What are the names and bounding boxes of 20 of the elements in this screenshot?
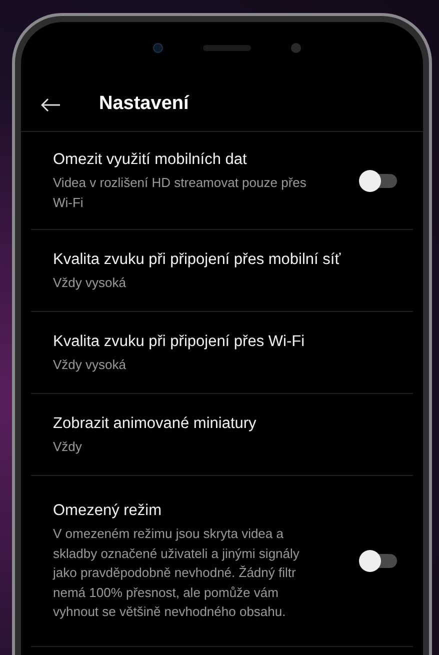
- setting-description: Vždy: [53, 438, 83, 456]
- setting-title: Zobrazit animované miniatury: [53, 414, 258, 434]
- settings-row[interactable]: Zobrazit animované miniatury Vždy: [31, 394, 413, 476]
- screen-title: Nastavení: [99, 92, 189, 116]
- setting-title: Omezený režim: [53, 501, 163, 522]
- camera-icon: [153, 43, 163, 53]
- setting-title: Omezit využití mobilních dat: [53, 150, 248, 170]
- setting-description: V omezeném režimu jsou skryta videa a skladby označené uživateli a jinými signály jako pravděpodobně nevhodné. Žádný filtr nemá 100% přesnost, ale pomůže vám vyhnout se většině nevhodného obsahu.: [53, 525, 300, 622]
- setting-title: Kvalita zvuku při připojení přes Wi-Fi: [53, 332, 306, 352]
- back-arrow-icon: [41, 98, 61, 112]
- settings-row[interactable]: Kvalita zvuku při připojení přes mobilní síť Vždy vysoká: [31, 230, 413, 312]
- sensor-icon: [291, 43, 301, 53]
- setting-description: Vždy vysoká: [53, 274, 127, 292]
- setting-description: Vždy vysoká: [53, 356, 127, 374]
- setting-description: Videa v rozlišení HD streamovat pouze přes Wi-Fi: [53, 174, 308, 212]
- settings-row[interactable]: Kvalita zvuku při připojení přes Wi-Fi Vždy vysoká: [31, 312, 413, 394]
- back-button[interactable]: [41, 96, 63, 112]
- speaker-grille: [203, 45, 251, 51]
- setting-title: Kvalita zvuku při připojení přes mobilní síť: [53, 250, 342, 270]
- settings-row[interactable]: Omezit využití mobilních dat Videa v rozlišení HD streamovat pouze přes Wi-Fi: [31, 132, 413, 230]
